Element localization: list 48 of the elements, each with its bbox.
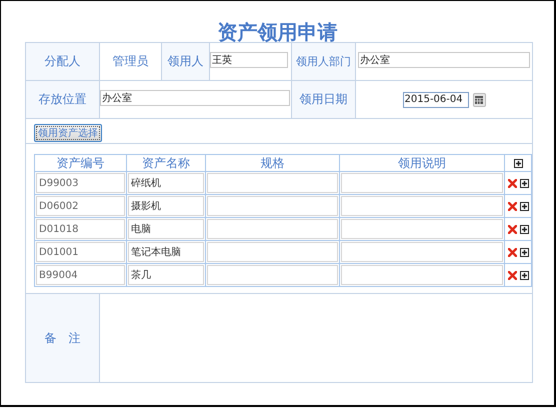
input-field[interactable]: D06002 (36, 196, 125, 216)
input-field[interactable] (207, 265, 338, 285)
add-icon[interactable] (520, 270, 528, 280)
delete-icon[interactable] (508, 270, 516, 280)
input-field[interactable] (207, 196, 338, 216)
input-field[interactable]: 摄影机 (128, 196, 204, 216)
column-header: 资产名称 (126, 154, 206, 172)
field-label: 备 注 (44, 330, 80, 344)
column-header: 领用说明 (340, 154, 504, 172)
input-field[interactable] (207, 219, 338, 239)
input-field[interactable] (341, 242, 503, 262)
input-field[interactable]: B99004 (36, 265, 125, 285)
add-icon[interactable] (514, 158, 522, 168)
form-title: 资产领用申请 (218, 21, 338, 42)
add-icon[interactable] (520, 178, 528, 188)
add-icon[interactable] (520, 202, 528, 210)
input-field[interactable] (341, 265, 503, 285)
delete-icon[interactable] (508, 202, 516, 210)
date-field[interactable]: 2015-06-04 (402, 92, 468, 108)
calendar-icon[interactable] (472, 92, 486, 106)
input-field[interactable] (207, 173, 338, 193)
input-field[interactable]: D01001 (36, 242, 125, 262)
field-label: 领用人 (168, 54, 204, 68)
input-field[interactable]: 办公室 (358, 52, 530, 68)
input-field[interactable]: 笔记本电脑 (128, 242, 204, 262)
add-icon[interactable] (520, 224, 528, 234)
delete-icon[interactable] (508, 224, 516, 234)
field-label: 存放位置 (38, 92, 86, 106)
input-field[interactable] (341, 196, 503, 216)
column-header: 资产编号 (34, 154, 126, 172)
add-icon[interactable] (520, 248, 528, 256)
input-field[interactable] (341, 219, 503, 239)
field-label: 领用日期 (300, 92, 348, 106)
input-field[interactable]: D01018 (36, 219, 125, 239)
field-label: 领用人部门 (296, 55, 351, 68)
input-field[interactable] (341, 173, 503, 193)
input-field[interactable]: 王英 (210, 52, 288, 68)
input-field[interactable]: 电脑 (128, 219, 204, 239)
column-header: 规格 (206, 154, 340, 172)
input-field[interactable]: D99003 (36, 173, 125, 193)
input-field[interactable]: 办公室 (100, 90, 290, 106)
delete-icon[interactable] (508, 248, 516, 256)
field-value: 管理员 (112, 54, 148, 68)
input-field[interactable] (207, 242, 338, 262)
field-label: 分配人 (44, 54, 80, 68)
delete-icon[interactable] (508, 178, 516, 188)
input-field[interactable]: 茶几 (128, 265, 204, 285)
input-field[interactable]: 碎纸机 (128, 173, 204, 193)
